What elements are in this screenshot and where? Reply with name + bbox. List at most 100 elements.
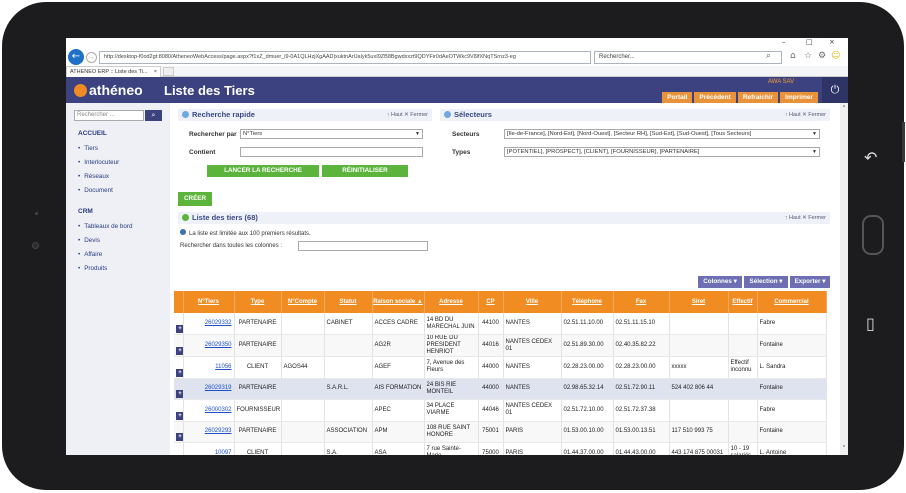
nav-imprimer[interactable]: Imprimer bbox=[780, 92, 818, 103]
export-button[interactable]: Exporter ▾ bbox=[790, 276, 830, 288]
col-raison-sociale[interactable]: Raison sociale ▲ bbox=[372, 291, 425, 313]
col-commercial[interactable]: Commercial bbox=[757, 291, 827, 313]
back-arrow-icon[interactable]: ← bbox=[68, 49, 84, 65]
sidebar-item-interlocuteur[interactable]: Interlocuteur bbox=[78, 159, 119, 166]
expand-row-cell[interactable]: + bbox=[174, 356, 184, 379]
search-by-select[interactable]: N°Tiers ▼ bbox=[240, 129, 423, 139]
table-row[interactable]: +26029332 PARTENAIRE CABINET ACCES CADRE 14 … bbox=[174, 313, 827, 335]
list-info-text: La liste est limitée aux 100 premiers ré… bbox=[189, 231, 311, 237]
table-cell[interactable]: 26029293 bbox=[183, 421, 235, 443]
home-button[interactable] bbox=[862, 215, 884, 255]
expand-row-cell[interactable]: + bbox=[174, 421, 184, 443]
table-cell[interactable]: 26029319 bbox=[183, 378, 235, 400]
search-all-input[interactable] bbox=[298, 241, 428, 251]
sidebar-item-produits[interactable]: Produits bbox=[78, 265, 107, 272]
expand-plus-icon[interactable]: + bbox=[176, 368, 182, 377]
vertical-scrollbar[interactable]: ˄ ˅ bbox=[840, 103, 848, 455]
col-adresse[interactable]: Adresse bbox=[424, 291, 479, 313]
recent-apps-icon[interactable]: ▯ bbox=[866, 314, 875, 333]
col-siret[interactable]: Siret bbox=[669, 291, 729, 313]
search-by-value: N°Tiers bbox=[243, 131, 263, 137]
sidebar-search-icon[interactable]: ⌕ bbox=[145, 110, 162, 121]
list-links[interactable]: ↑ Haut ✕ Fermer bbox=[785, 212, 826, 224]
close-tab-icon[interactable]: × bbox=[154, 67, 157, 77]
col-ncompte[interactable]: N°Compte bbox=[281, 291, 325, 313]
browser-search-input[interactable]: Rechercher... bbox=[594, 51, 782, 64]
col-effectif[interactable]: Effectif bbox=[728, 291, 758, 313]
expand-plus-icon[interactable]: + bbox=[176, 347, 182, 355]
sidebar-item-document[interactable]: Document bbox=[78, 187, 113, 194]
sidebar-item-reseaux[interactable]: Réseaux bbox=[78, 173, 109, 180]
search-icon[interactable]: ⌕ bbox=[766, 51, 771, 61]
smiley-icon[interactable]: ☺ bbox=[831, 51, 840, 61]
col-fax[interactable]: Fax bbox=[613, 291, 670, 313]
table-row[interactable]: +26029319 PARTENAIRE S.A.R.L. AIS FORMATION… bbox=[174, 378, 827, 400]
sidebar-item-tableaux-de-bord[interactable]: Tableaux de bord bbox=[78, 223, 132, 230]
sidebar-item-tiers[interactable]: Tiers bbox=[78, 145, 98, 152]
contains-label: Contient bbox=[189, 149, 216, 156]
chevron-up-icon[interactable]: ˄ bbox=[840, 105, 848, 113]
columns-button[interactable]: Colonnes ▾ bbox=[698, 276, 742, 288]
secteurs-select[interactable]: [Ile-de-France], [Nord-Est], [Nord-Ouest… bbox=[504, 129, 820, 139]
url-input[interactable]: http://desktop-f0od2gt:8080/AtheneoWebAc… bbox=[99, 51, 591, 64]
expand-plus-icon[interactable]: + bbox=[176, 454, 182, 455]
launch-search-button[interactable]: LANCER LA RECHERCHE bbox=[207, 165, 319, 177]
sidebar-search-input[interactable]: Rechercher ... bbox=[74, 110, 144, 121]
sidebar-item-devis[interactable]: Devis bbox=[78, 237, 100, 244]
back-nav-icon[interactable]: ↶ bbox=[864, 148, 877, 167]
expand-row-cell[interactable]: + bbox=[174, 399, 184, 422]
table-cell[interactable]: 11056 bbox=[183, 356, 235, 379]
expand-row-cell[interactable]: + bbox=[174, 442, 184, 455]
nav-refraichir[interactable]: Refraichir bbox=[737, 92, 779, 103]
expand-plus-icon[interactable]: + bbox=[176, 325, 182, 333]
table-row[interactable]: +11056 CLIENT AGOS44 AGEF 7, Avenue des Fleu… bbox=[174, 356, 827, 379]
browser-tab[interactable]: ATHENEO ERP :: Liste des Ti... × bbox=[66, 66, 161, 77]
settings-gear-icon[interactable]: ⚙ bbox=[818, 51, 826, 61]
selectors-links[interactable]: ↑ Haut ✕ Fermer bbox=[785, 109, 826, 121]
power-icon[interactable]: ⏻ bbox=[822, 77, 848, 103]
table-cell[interactable]: 26029332 bbox=[183, 313, 235, 335]
contains-input[interactable] bbox=[240, 147, 423, 157]
table-row[interactable]: +26029350 PARTENAIRE AG2R 10 RUE DU PRESIDE… bbox=[174, 334, 827, 357]
favorites-star-icon[interactable]: ☆ bbox=[804, 51, 812, 61]
table-cell bbox=[728, 378, 758, 400]
forward-arrow-icon[interactable]: → bbox=[86, 52, 97, 63]
selection-button[interactable]: Sélection ▾ bbox=[744, 276, 788, 288]
nav-precedent[interactable]: Précédent bbox=[694, 92, 736, 103]
table-cell[interactable]: 26029350 bbox=[183, 334, 235, 357]
col-statut[interactable]: Statut bbox=[324, 291, 373, 313]
minimize-icon[interactable]: – bbox=[782, 38, 786, 46]
col-telephone[interactable]: Téléphone bbox=[561, 291, 614, 313]
col-cp[interactable]: CP bbox=[478, 291, 504, 313]
expand-plus-icon[interactable]: + bbox=[176, 390, 182, 398]
table-row[interactable]: +26000302 FOURNISSEUR APEC 34 PLACE VIARME 4… bbox=[174, 399, 827, 422]
table-cell: PARTENAIRE bbox=[234, 421, 282, 443]
home-icon[interactable]: ⌂ bbox=[790, 51, 796, 61]
maximize-icon[interactable]: □ bbox=[806, 38, 813, 46]
types-select[interactable]: [POTENTIEL], [PROSPECT], [CLIENT], [FOUR… bbox=[504, 147, 820, 157]
table-cell[interactable]: 26000302 bbox=[183, 399, 235, 422]
sidebar-item-affaire[interactable]: Affaire bbox=[78, 251, 102, 258]
expand-plus-icon[interactable]: + bbox=[176, 433, 182, 441]
chevron-down-icon: ▼ bbox=[415, 131, 420, 137]
col-ntiers[interactable]: N°Tiers bbox=[183, 291, 235, 313]
table-cell: APM bbox=[372, 421, 425, 443]
app-header: athéneo Liste des Tiers AWA SAV Portail … bbox=[66, 77, 848, 103]
create-button[interactable]: CRÉER bbox=[178, 192, 212, 206]
new-tab-button[interactable] bbox=[163, 67, 174, 76]
table-row[interactable]: +26029293 PARTENAIRE ASSOCIATION APM 108 RUE… bbox=[174, 421, 827, 443]
chevron-down-icon[interactable]: ˅ bbox=[840, 445, 848, 453]
expand-row-cell[interactable]: + bbox=[174, 313, 184, 335]
expand-row-cell[interactable]: + bbox=[174, 334, 184, 357]
user-name[interactable]: AWA SAV bbox=[768, 79, 794, 85]
close-window-icon[interactable]: × bbox=[829, 38, 835, 46]
expand-plus-icon[interactable]: + bbox=[176, 411, 182, 420]
reset-button[interactable]: RÉINITIALISER bbox=[322, 165, 408, 177]
col-ville[interactable]: Ville bbox=[503, 291, 562, 313]
quick-search-links[interactable]: ↑ Haut ✕ Fermer bbox=[387, 109, 428, 121]
table-row[interactable]: +10097CLIENT S.A.ASA7 rue Sainte-Marie750… bbox=[174, 442, 827, 455]
nav-portail[interactable]: Portail bbox=[662, 92, 693, 103]
expand-row-cell[interactable]: + bbox=[174, 378, 184, 400]
col-type[interactable]: Type bbox=[234, 291, 282, 313]
table-cell[interactable]: 10097 bbox=[183, 442, 235, 455]
